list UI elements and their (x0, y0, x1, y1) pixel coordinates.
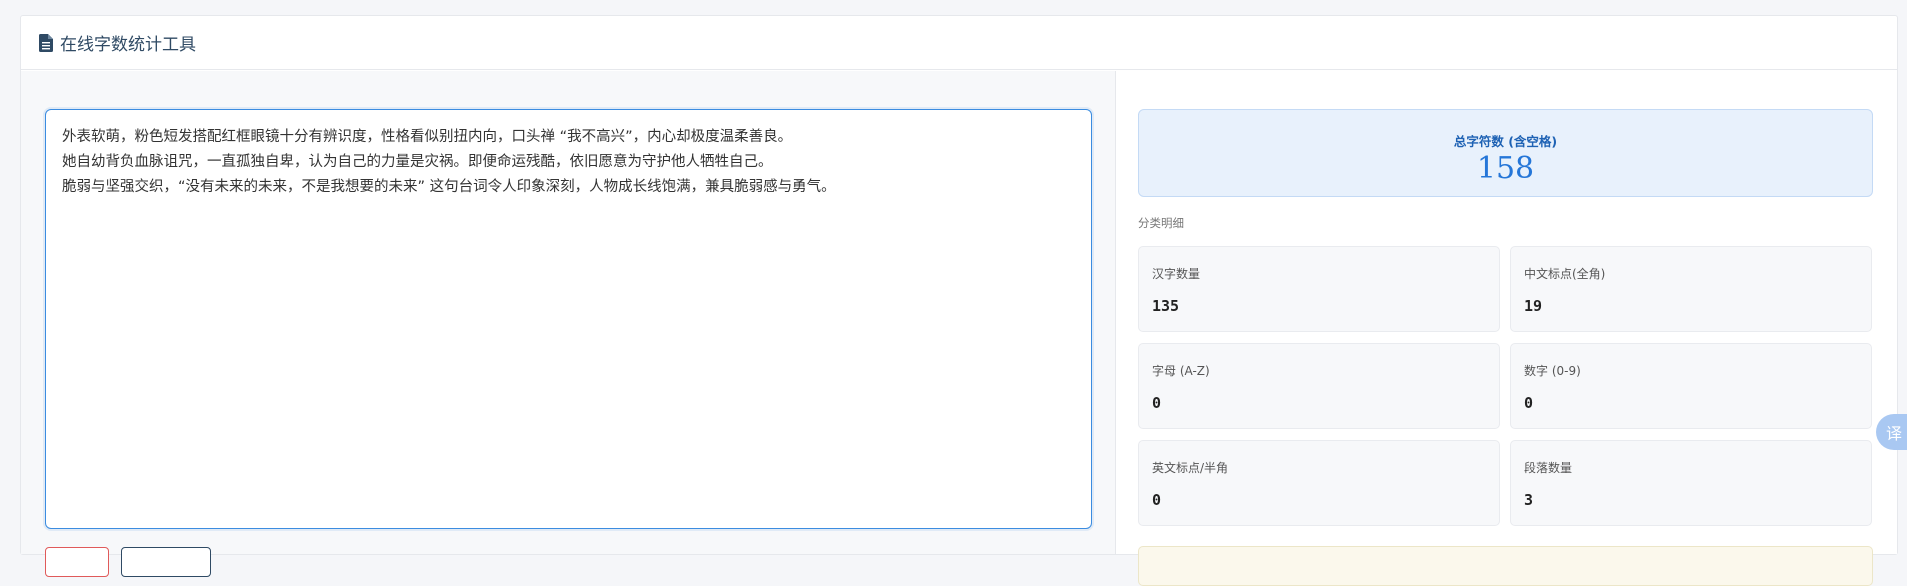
stat-card-en-punct: 英文标点/半角 0 (1138, 440, 1500, 526)
notice-card (1138, 546, 1873, 586)
total-count-value: 158 (1476, 151, 1535, 186)
stat-label: 数字 (0-9) (1524, 364, 1581, 378)
text-line: 脆弱与坚强交织，“没有未来的未来，不是我想要的未来” 这句台词令人印象深刻，人物… (62, 179, 836, 195)
translate-label: 译 (1886, 424, 1903, 443)
stat-value: 0 (1524, 394, 1534, 412)
stat-value: 0 (1152, 394, 1162, 412)
text-line: 外表软萌，粉色短发搭配红框眼镜十分有辨识度，性格看似别扭内向，口头禅 “我不高兴… (62, 129, 793, 145)
stat-card-hanzi: 汉字数量 135 (1138, 246, 1500, 332)
stats-panel: 总字符数 (含空格) 158 分类明细 汉字数量 135 中文标点(全角) 19… (1116, 71, 1897, 586)
stat-value: 3 (1524, 491, 1534, 509)
input-panel: 外表软萌，粉色短发搭配红框眼镜十分有辨识度，性格看似别扭内向，口头禅 “我不高兴… (21, 71, 1116, 577)
total-count-label: 总字符数 (含空格) (1453, 134, 1558, 149)
app-window: 在线字数统计工具 外表软萌，粉色短发搭配红框眼镜十分有辨识度，性格看似别扭内向，… (20, 15, 1898, 586)
page-title: 在线字数统计工具 (60, 35, 196, 55)
stat-label: 字母 (A-Z) (1152, 364, 1210, 378)
stat-value: 0 (1152, 491, 1162, 509)
stat-value: 135 (1152, 297, 1180, 315)
stat-label: 段落数量 (1524, 461, 1573, 475)
translate-button[interactable]: 译 (1876, 414, 1907, 450)
stat-value: 19 (1524, 297, 1543, 315)
file-text-icon (39, 33, 53, 52)
title-bar: 在线字数统计工具 (21, 16, 1897, 70)
clear-button[interactable] (45, 547, 109, 577)
text-input[interactable]: 外表软萌，粉色短发搭配红框眼镜十分有辨识度，性格看似别扭内向，口头禅 “我不高兴… (45, 109, 1092, 529)
main-area: 外表软萌，粉色短发搭配红框眼镜十分有辨识度，性格看似别扭内向，口头禅 “我不高兴… (21, 71, 1897, 586)
copy-button[interactable] (121, 547, 211, 577)
stat-label: 英文标点/半角 (1152, 461, 1229, 475)
total-count-card: 总字符数 (含空格) 158 (1138, 109, 1873, 197)
stat-card-cn-punct: 中文标点(全角) 19 (1510, 246, 1872, 332)
stat-card-letters: 字母 (A-Z) 0 (1138, 343, 1500, 429)
text-line: 她自幼背负血脉诅咒，一直孤独自卑，认为自己的力量是灾祸。即便命运残酷，依旧愿意为… (62, 154, 773, 170)
stat-label: 中文标点(全角) (1524, 267, 1606, 281)
breakdown-heading: 分类明细 (1138, 216, 1184, 230)
stat-card-paragraphs: 段落数量 3 (1510, 440, 1872, 526)
stat-card-digits: 数字 (0-9) 0 (1510, 343, 1872, 429)
stat-label: 汉字数量 (1152, 267, 1201, 281)
